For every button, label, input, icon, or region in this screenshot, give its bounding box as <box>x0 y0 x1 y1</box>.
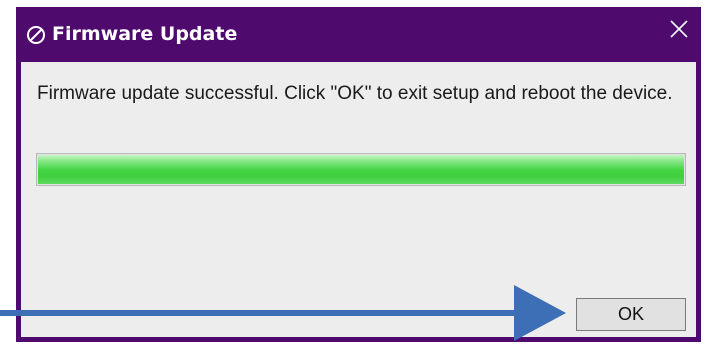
dialog-title: Firmware Update <box>52 23 238 45</box>
firmware-update-dialog: Firmware Update Firmware update successf… <box>16 7 701 342</box>
screenshot-stage: Firmware Update Firmware update successf… <box>0 0 715 351</box>
progress-bar-fill <box>38 155 684 184</box>
dialog-titlebar[interactable]: Firmware Update <box>16 7 701 62</box>
close-button[interactable] <box>665 15 693 43</box>
status-message: Firmware update successful. Click "OK" t… <box>37 83 673 104</box>
progress-bar <box>36 153 686 186</box>
prohibited-circle-icon <box>26 25 46 45</box>
ok-button[interactable]: OK <box>576 298 686 331</box>
dialog-body: Firmware update successful. Click "OK" t… <box>21 62 696 337</box>
close-icon <box>670 20 688 38</box>
